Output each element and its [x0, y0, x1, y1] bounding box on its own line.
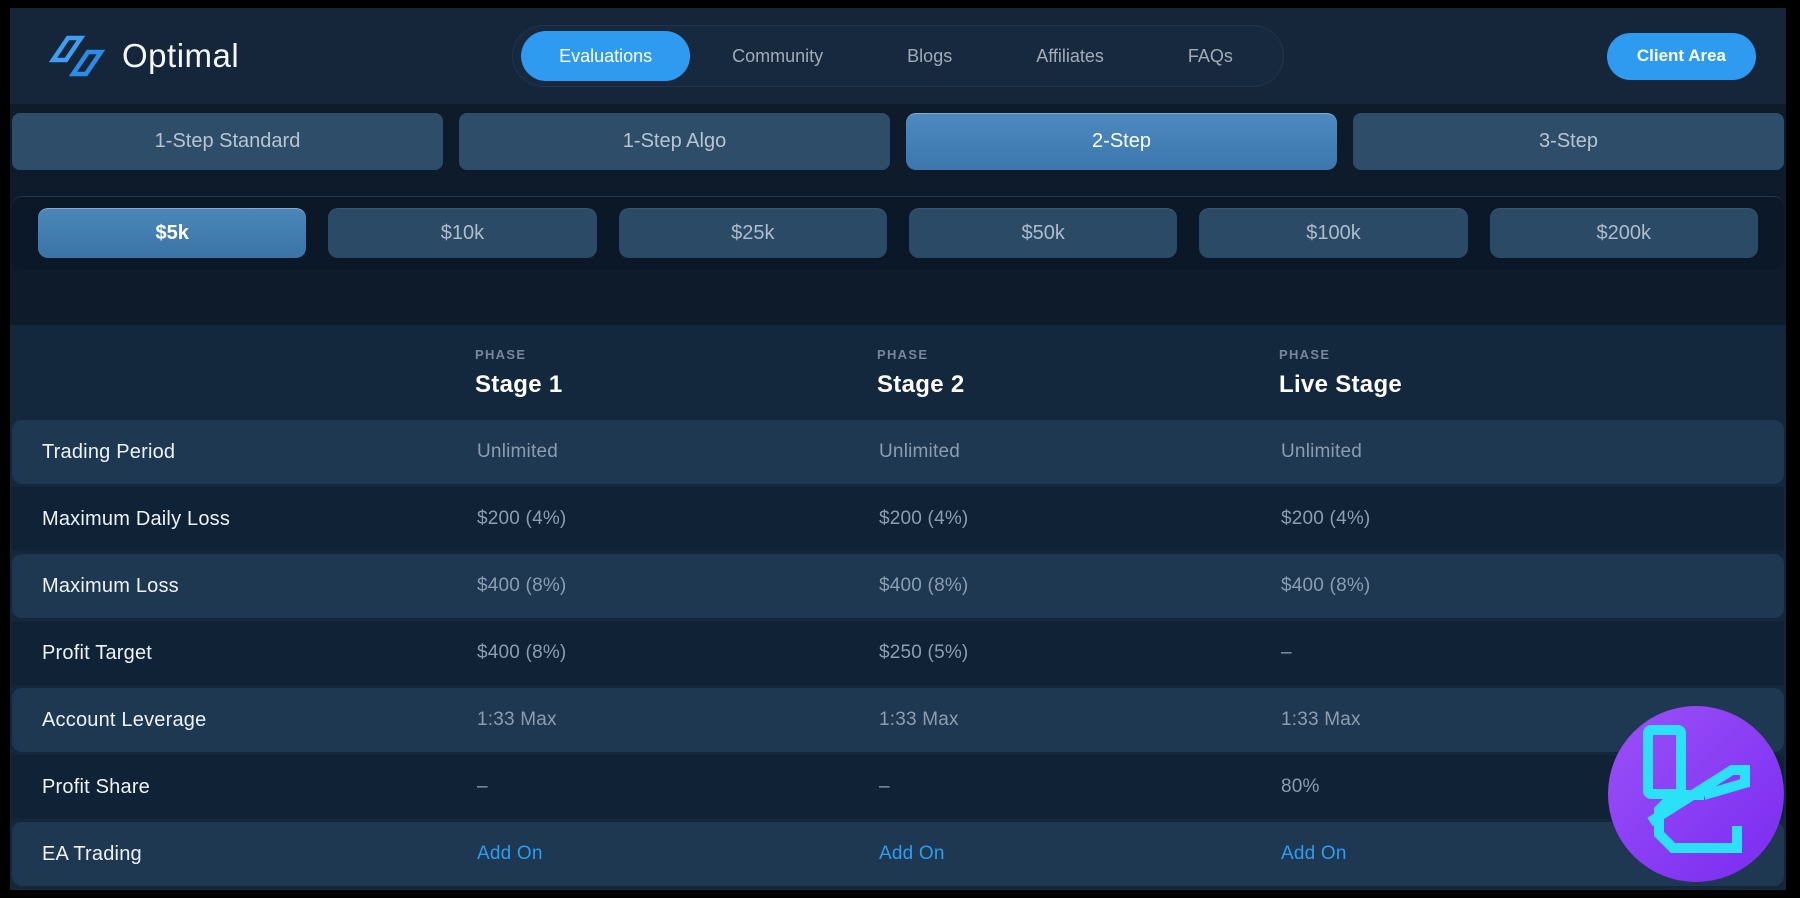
- row-value: $400 (8%): [477, 575, 879, 597]
- nav-item-evaluations[interactable]: Evaluations: [521, 31, 690, 81]
- tab-1-step-algo[interactable]: 1-Step Algo: [459, 113, 890, 170]
- nav-item-blogs[interactable]: Blogs: [865, 31, 994, 81]
- tab-3-step[interactable]: 3-Step: [1353, 113, 1784, 170]
- nav-item-affiliates[interactable]: Affiliates: [994, 31, 1146, 81]
- row-value: $200 (4%): [879, 508, 1281, 530]
- row-value: Unlimited: [879, 441, 1281, 463]
- column-header-stage-1: PHASE Stage 1: [475, 347, 877, 399]
- table-header-row: PHASE Stage 1 PHASE Stage 2 PHASE Live S…: [10, 325, 1786, 420]
- top-nav-bar: Optimal Evaluations Community Blogs Affi…: [10, 8, 1786, 104]
- size-button-200k[interactable]: $200k: [1490, 208, 1758, 258]
- column-header-live-stage: PHASE Live Stage: [1279, 347, 1786, 399]
- brand-name: Optimal: [122, 37, 239, 75]
- row-label: Account Leverage: [12, 709, 477, 732]
- row-value: $400 (8%): [879, 575, 1281, 597]
- page: Optimal Evaluations Community Blogs Affi…: [10, 8, 1786, 890]
- row-label: Trading Period: [12, 441, 477, 464]
- size-button-5k[interactable]: $5k: [38, 208, 306, 258]
- row-value: –: [477, 776, 879, 798]
- row-value: 1:33 Max: [879, 709, 1281, 731]
- tab-2-step[interactable]: 2-Step: [906, 113, 1337, 170]
- client-area-button[interactable]: Client Area: [1607, 33, 1756, 80]
- row-label: Maximum Daily Loss: [12, 508, 477, 531]
- row-value: 1:33 Max: [1281, 709, 1784, 731]
- size-button-50k[interactable]: $50k: [909, 208, 1177, 258]
- row-value: $400 (8%): [477, 642, 879, 664]
- program-tabs: 1-Step Standard 1-Step Algo 2-Step 3-Ste…: [12, 113, 1784, 170]
- row-value: $400 (8%): [1281, 575, 1784, 597]
- column-header-stage-2: PHASE Stage 2: [877, 347, 1279, 399]
- phase-label: PHASE: [1279, 347, 1786, 362]
- table-row-maximum-daily-loss: Maximum Daily Loss $200 (4%) $200 (4%) $…: [12, 487, 1784, 551]
- column-title: Stage 2: [877, 371, 1279, 399]
- table-row-account-leverage: Account Leverage 1:33 Max 1:33 Max 1:33 …: [12, 688, 1784, 752]
- table-row-maximum-loss: Maximum Loss $400 (8%) $400 (8%) $400 (8…: [12, 554, 1784, 618]
- phase-label: PHASE: [475, 347, 877, 362]
- size-button-25k[interactable]: $25k: [619, 208, 887, 258]
- row-value: –: [879, 776, 1281, 798]
- column-title: Stage 1: [475, 371, 877, 399]
- size-button-100k[interactable]: $100k: [1199, 208, 1467, 258]
- tab-1-step-standard[interactable]: 1-Step Standard: [12, 113, 443, 170]
- size-button-10k[interactable]: $10k: [328, 208, 596, 258]
- add-on-link[interactable]: Add On: [477, 843, 879, 865]
- phase-label: PHASE: [877, 347, 1279, 362]
- row-value: –: [1281, 642, 1784, 664]
- row-value: 80%: [1281, 776, 1784, 798]
- table-row-profit-target: Profit Target $400 (8%) $250 (5%) –: [12, 621, 1784, 685]
- row-label: EA Trading: [12, 843, 477, 866]
- brand-logo-icon: [48, 33, 106, 79]
- row-value: $200 (4%): [1281, 508, 1784, 530]
- row-value: Unlimited: [1281, 441, 1784, 463]
- nav-item-faqs[interactable]: FAQs: [1146, 31, 1275, 81]
- table-row-profit-share: Profit Share – – 80%: [12, 755, 1784, 819]
- table-row-ea-trading: EA Trading Add On Add On Add On: [12, 822, 1784, 886]
- column-title: Live Stage: [1279, 371, 1786, 399]
- row-label: Maximum Loss: [12, 575, 477, 598]
- row-label: Profit Share: [12, 776, 477, 799]
- comparison-table: PHASE Stage 1 PHASE Stage 2 PHASE Live S…: [10, 325, 1786, 890]
- row-value: 1:33 Max: [477, 709, 879, 731]
- add-on-link[interactable]: Add On: [1281, 843, 1784, 865]
- row-value: Unlimited: [477, 441, 879, 463]
- main-nav: Evaluations Community Blogs Affiliates F…: [512, 25, 1284, 87]
- row-value: $200 (4%): [477, 508, 879, 530]
- brand[interactable]: Optimal: [48, 33, 239, 79]
- row-label: Profit Target: [12, 642, 477, 665]
- row-value: $250 (5%): [879, 642, 1281, 664]
- account-size-selector: $5k $10k $25k $50k $100k $200k: [12, 196, 1784, 269]
- nav-item-community[interactable]: Community: [690, 31, 865, 81]
- add-on-link[interactable]: Add On: [879, 843, 1281, 865]
- table-row-trading-period: Trading Period Unlimited Unlimited Unlim…: [12, 420, 1784, 484]
